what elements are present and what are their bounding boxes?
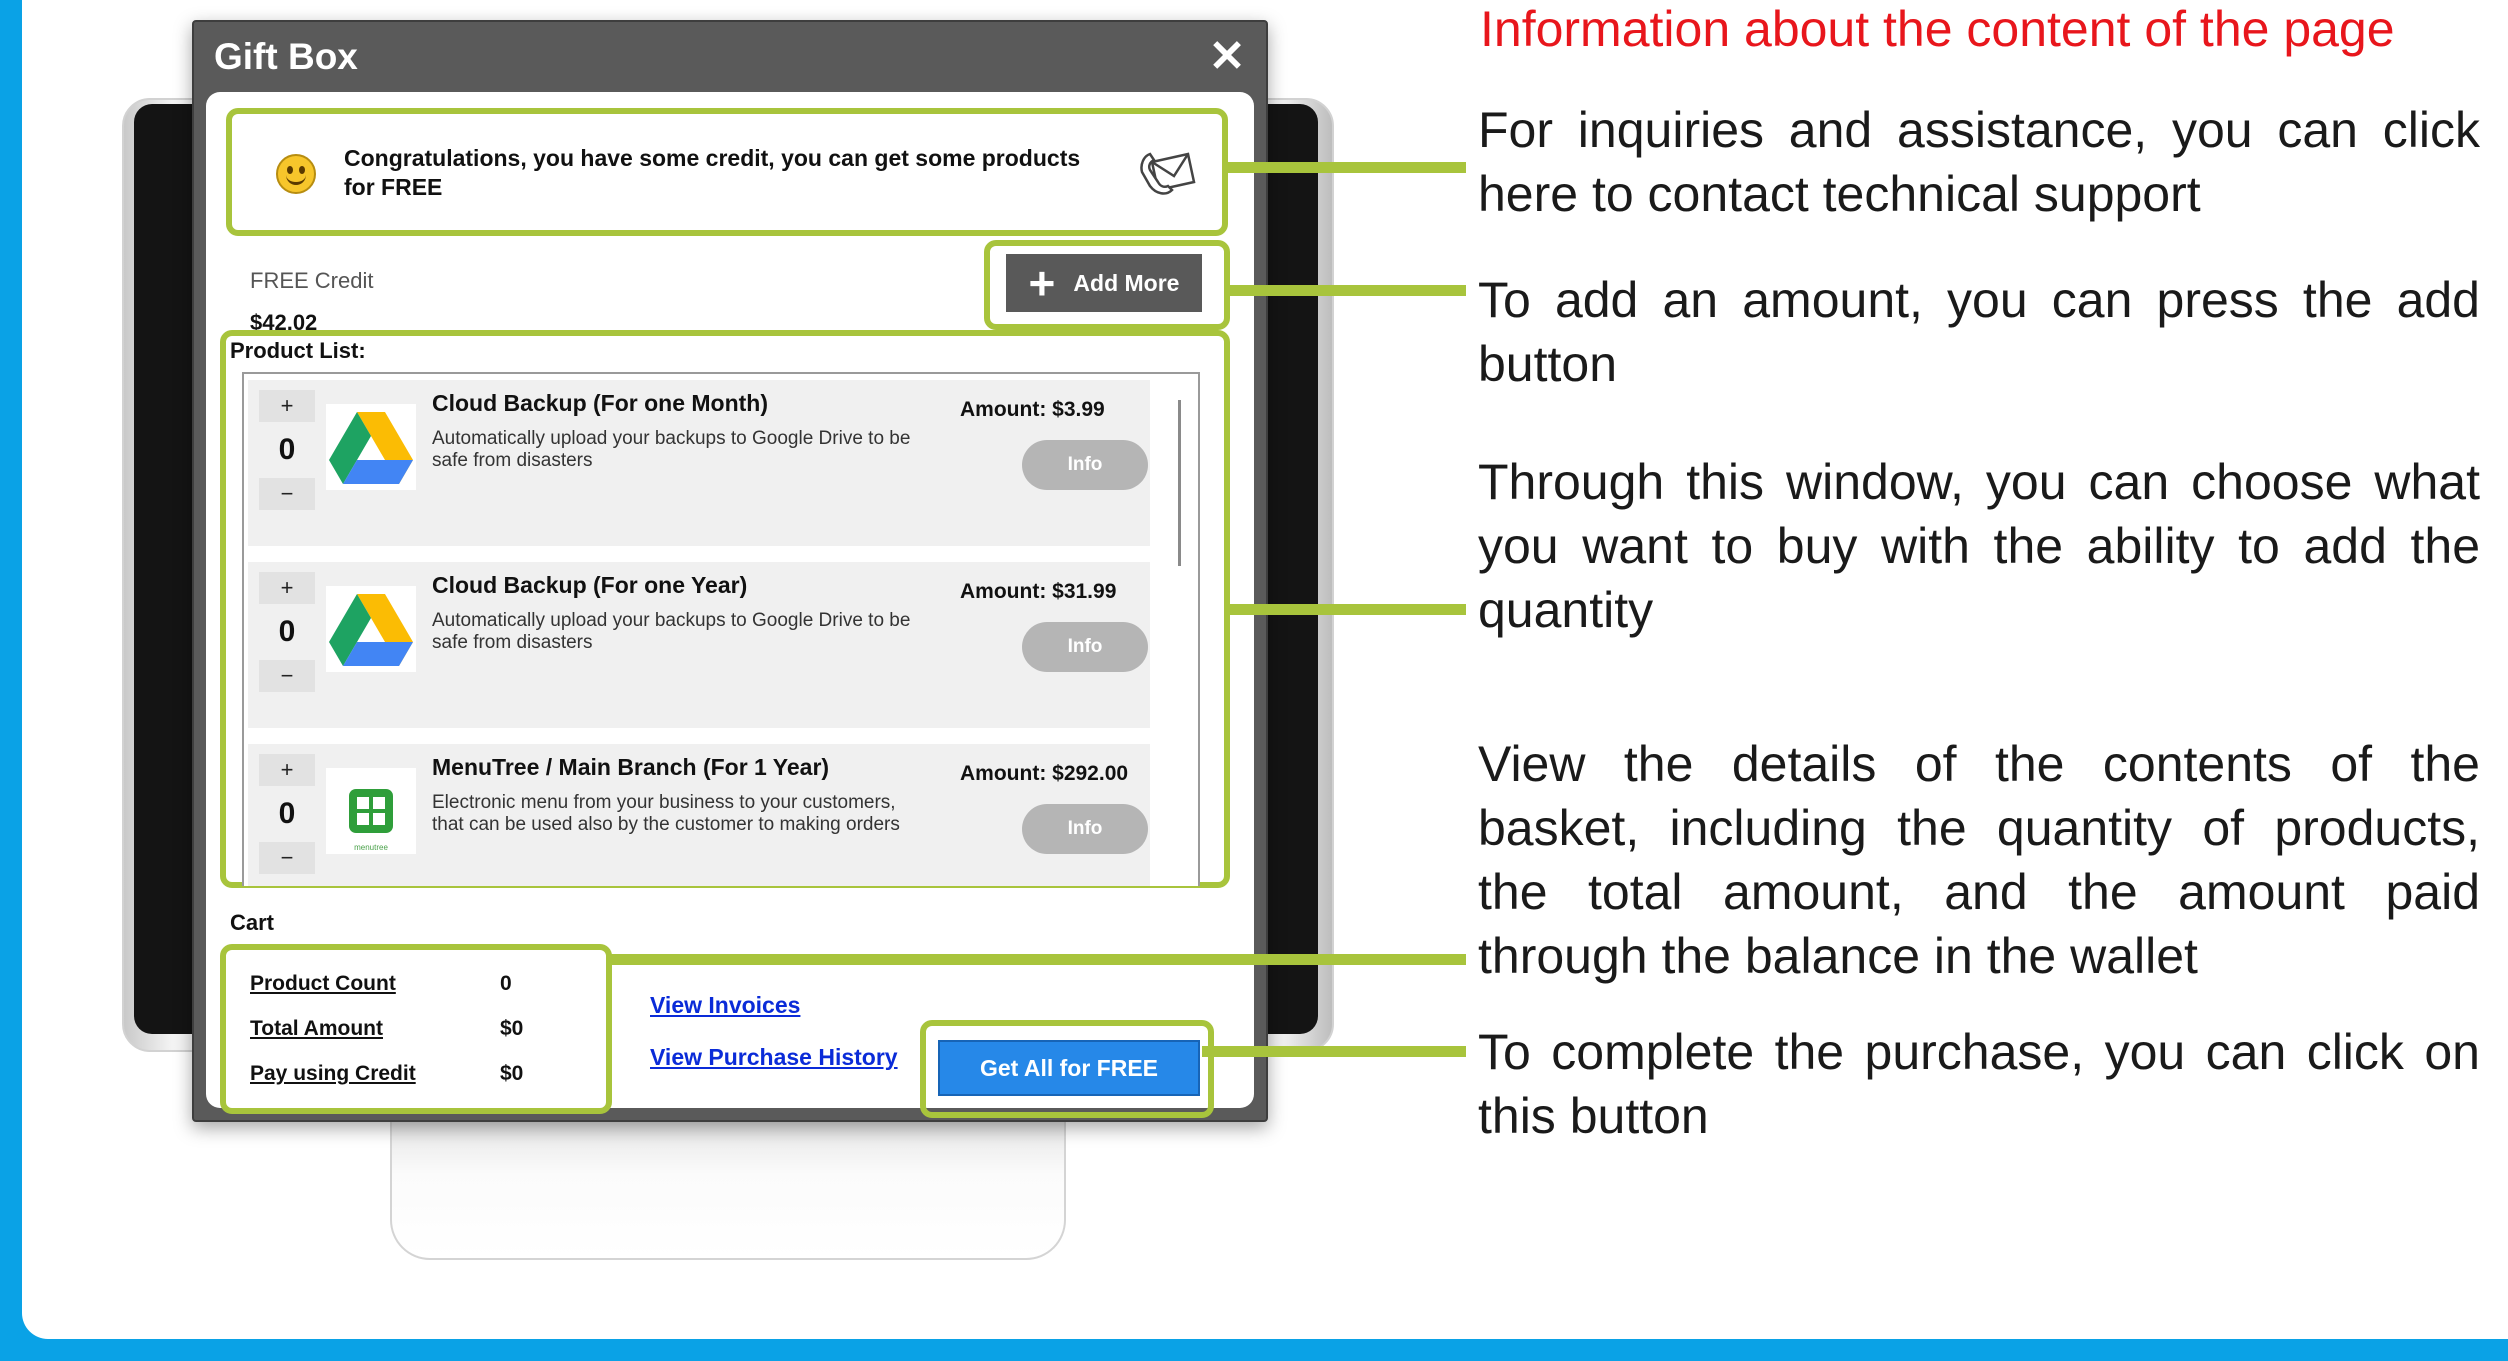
cart-total-amount-label: Total Amount <box>250 1017 383 1040</box>
annotation-cart: View the details of the contents of the … <box>1478 736 2480 984</box>
increment-button[interactable]: + <box>259 390 315 422</box>
product-list-label: Product List: <box>230 338 366 363</box>
smile-icon <box>276 154 316 194</box>
view-purchase-history-link[interactable]: View Purchase History <box>650 1044 898 1071</box>
google-drive-icon <box>326 586 416 672</box>
cart-pay-credit-value: $0 <box>500 1062 524 1085</box>
credit-label: FREE Credit <box>250 268 374 293</box>
cart-product-count-value: 0 <box>500 972 512 995</box>
get-all-highlight: Get All for FREE <box>920 1020 1214 1118</box>
annotation-get-all: To complete the purchase, you can click … <box>1478 1024 2480 1144</box>
product-row: + 0 − Cloud Backup (For one Month) Autom… <box>248 380 1150 546</box>
scrollbar-thumb[interactable] <box>1178 400 1181 566</box>
menutree-logo-caption: menutree <box>354 843 388 852</box>
product-row: + 0 − Cloud Backup (For one Year) Automa… <box>248 562 1150 728</box>
increment-button[interactable]: + <box>259 754 315 786</box>
quantity-value: 0 <box>278 615 296 648</box>
notice-box: Congratulations, you have some credit, y… <box>226 108 1228 236</box>
close-button[interactable]: ✕ <box>1202 32 1252 82</box>
cart-summary-box: Product Count 0 Total Amount $0 Pay usin… <box>220 944 612 1114</box>
decrement-button[interactable]: − <box>259 660 315 692</box>
add-more-button[interactable]: + Add More <box>1006 254 1202 312</box>
menutree-icon: menutree <box>326 768 416 854</box>
connector-cart <box>606 954 1466 965</box>
connector-add <box>1228 285 1466 296</box>
cart-pay-credit-label: Pay using Credit <box>250 1062 416 1085</box>
product-description: Automatically upload your backups to Goo… <box>432 610 911 653</box>
connector-product-list <box>1228 604 1466 615</box>
connector-support <box>1228 162 1466 173</box>
notice-text: Congratulations, you have some credit, y… <box>344 145 1081 200</box>
pos-terminal-stand <box>390 1118 1066 1260</box>
plus-icon: + <box>1028 257 1056 309</box>
annotation-add: To add an amount, you can press the add … <box>1478 272 2480 392</box>
product-amount: Amount: $31.99 <box>960 580 1117 603</box>
info-button[interactable]: Info <box>1022 622 1148 672</box>
quantity-stepper: + 0 − <box>258 572 316 692</box>
annotation-product-list: Through this window, you can choose what… <box>1478 454 2480 638</box>
product-name: Cloud Backup (For one Year) <box>432 572 748 598</box>
get-all-free-button[interactable]: Get All for FREE <box>938 1040 1200 1096</box>
add-more-highlight: + Add More <box>984 240 1230 330</box>
connector-get-all <box>1202 1046 1466 1057</box>
product-amount: Amount: $292.00 <box>960 762 1129 785</box>
cart-label: Cart <box>230 910 275 935</box>
quantity-value: 0 <box>278 797 296 830</box>
annotation-support: For inquiries and assistance, you can cl… <box>1478 102 2480 222</box>
cart-product-count-label: Product Count <box>250 972 396 995</box>
mail-icon[interactable] <box>1138 144 1198 203</box>
quantity-stepper: + 0 − <box>258 390 316 510</box>
decrement-button[interactable]: − <box>259 842 315 874</box>
product-list[interactable]: + 0 − Cloud Backup (For one Month) Autom… <box>242 372 1200 886</box>
view-invoices-link[interactable]: View Invoices <box>650 992 800 1019</box>
page-sheet: Gift Box ✕ Congratulations, you have som… <box>22 0 2508 1339</box>
cart-total-amount-value: $0 <box>500 1017 524 1040</box>
add-more-label: Add More <box>1073 269 1180 296</box>
increment-button[interactable]: + <box>259 572 315 604</box>
product-description: Electronic menu from your business to yo… <box>432 792 900 835</box>
product-name: Cloud Backup (For one Month) <box>432 390 769 416</box>
dialog-title: Gift Box <box>214 36 358 77</box>
product-description: Automatically upload your backups to Goo… <box>432 428 911 471</box>
info-button[interactable]: Info <box>1022 440 1148 490</box>
quantity-value: 0 <box>278 433 296 466</box>
product-name: MenuTree / Main Branch (For 1 Year) <box>432 754 830 780</box>
quantity-stepper: + 0 − <box>258 754 316 874</box>
info-button[interactable]: Info <box>1022 804 1148 854</box>
info-title: Information about the content of the pag… <box>1480 1 2395 57</box>
product-amount: Amount: $3.99 <box>960 398 1105 421</box>
product-row: + 0 − menutree MenuTree / Main Branch (F… <box>248 744 1150 886</box>
decrement-button[interactable]: − <box>259 478 315 510</box>
google-drive-icon <box>326 404 416 490</box>
